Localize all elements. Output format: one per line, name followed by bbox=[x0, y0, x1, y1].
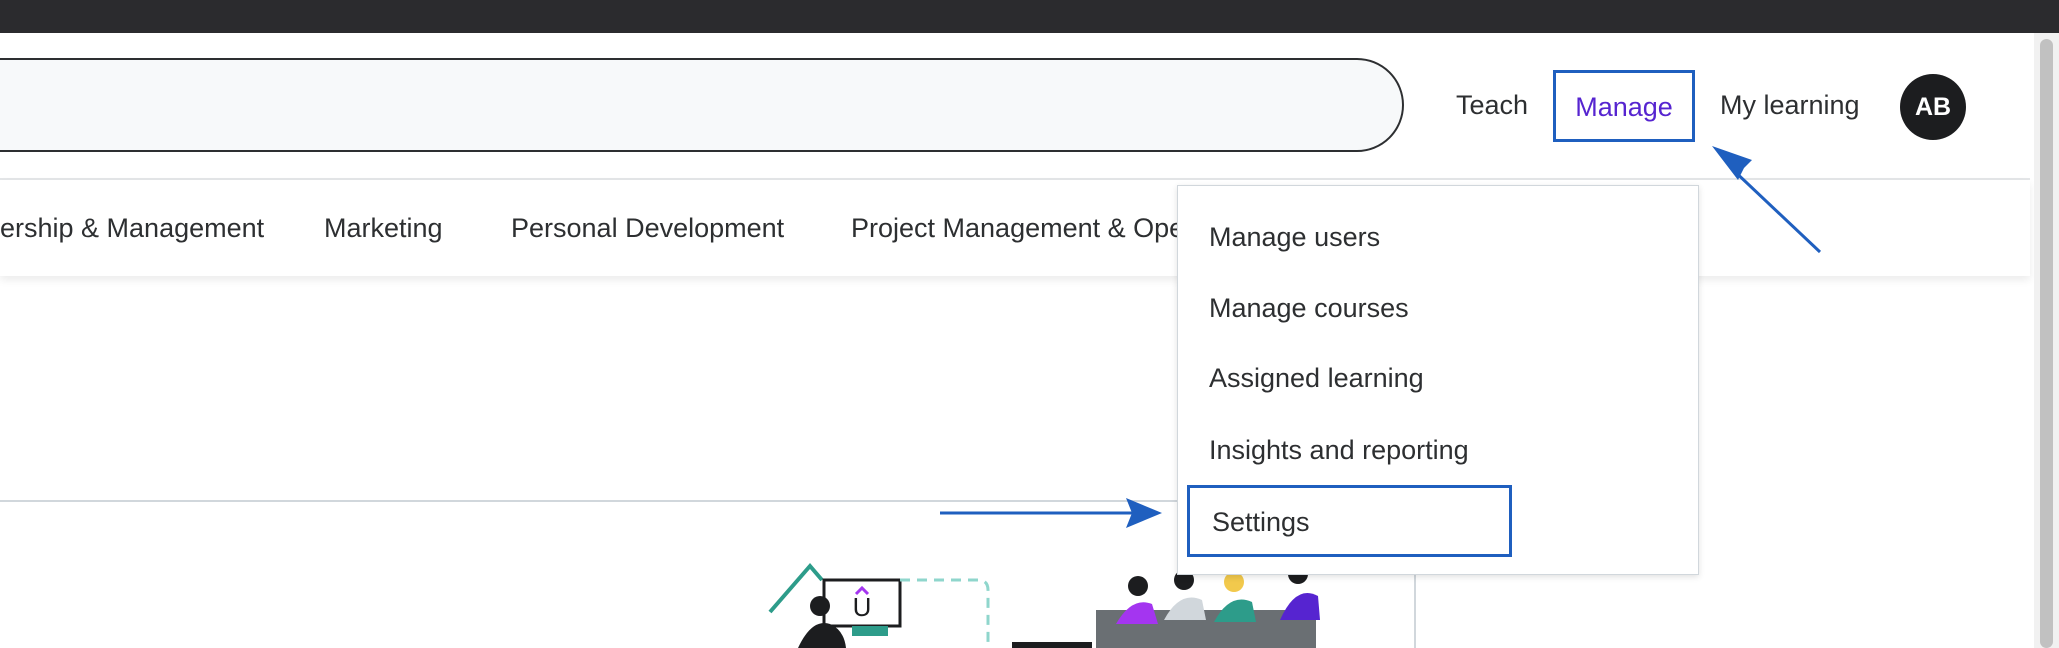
person-head bbox=[1128, 576, 1148, 596]
laptop-shape bbox=[1012, 642, 1092, 648]
nav-manage-link[interactable]: Manage bbox=[1553, 70, 1695, 142]
person-head bbox=[1224, 572, 1244, 592]
dashed-connector bbox=[900, 578, 990, 648]
category-bar: ership & Management Marketing Personal D… bbox=[0, 180, 2030, 276]
nav-my-learning-link[interactable]: My learning bbox=[1720, 72, 1860, 138]
arrow-icon bbox=[940, 498, 1162, 528]
menu-item-insights-reporting[interactable]: Insights and reporting bbox=[1209, 422, 1469, 478]
category-project-management[interactable]: Project Management & Ope bbox=[851, 180, 1184, 276]
menu-item-settings[interactable]: Settings bbox=[1187, 485, 1512, 557]
manage-dropdown-menu: Manage users Manage courses Assigned lea… bbox=[1177, 185, 1699, 575]
desk-shape bbox=[852, 626, 888, 636]
page-scrollbar[interactable] bbox=[2034, 33, 2059, 648]
menu-item-manage-users[interactable]: Manage users bbox=[1209, 209, 1380, 265]
category-personal-development[interactable]: Personal Development bbox=[511, 180, 784, 276]
search-input[interactable] bbox=[0, 58, 1404, 152]
person-head bbox=[810, 596, 830, 616]
category-marketing[interactable]: Marketing bbox=[324, 180, 443, 276]
browser-top-bar bbox=[0, 0, 2059, 33]
avatar[interactable]: AB bbox=[1900, 74, 1966, 140]
nav-teach-link[interactable]: Teach bbox=[1456, 72, 1528, 138]
scrollbar-thumb[interactable] bbox=[2040, 39, 2053, 648]
category-leadership-management[interactable]: ership & Management bbox=[0, 180, 264, 276]
person-body bbox=[1164, 597, 1206, 620]
person-body bbox=[1280, 593, 1320, 620]
menu-item-manage-courses[interactable]: Manage courses bbox=[1209, 280, 1409, 336]
menu-item-assigned-learning[interactable]: Assigned learning bbox=[1209, 350, 1424, 406]
u-logo-glyph: U bbox=[853, 592, 872, 622]
